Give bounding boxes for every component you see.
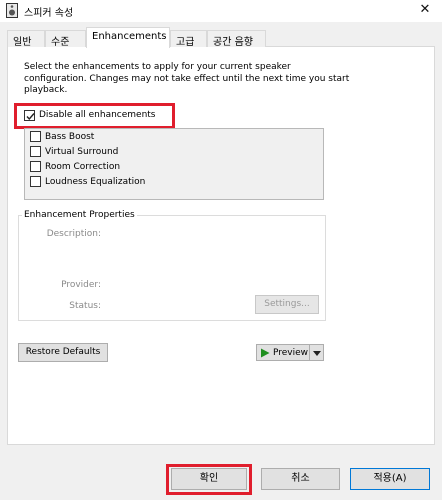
tab-general[interactable]: 일반 [7,30,45,48]
cancel-button[interactable]: 취소 [261,468,340,490]
tab-enhancements[interactable]: Enhancements [86,27,170,48]
enhancements-description: Select the enhancements to apply for you… [24,62,350,96]
virtual-surround-checkbox[interactable] [30,146,41,157]
enhancement-properties-title: Enhancement Properties [22,210,137,220]
bass-boost-checkbox[interactable] [30,131,41,142]
preview-label: Preview [273,348,309,358]
checkmark-icon [26,113,35,121]
status-label: Status: [69,301,101,311]
provider-label: Provider: [61,280,101,290]
tab-spatial-sound[interactable]: 공간 음향 [207,30,266,48]
tab-advanced[interactable]: 고급 [170,30,207,48]
settings-button[interactable]: Settings... [255,295,319,314]
virtual-surround-label: Virtual Surround [45,147,119,157]
disable-all-checkbox[interactable] [24,110,35,121]
loudness-equalization-label: Loudness Equalization [45,177,146,187]
close-button[interactable]: ✕ [412,0,438,20]
loudness-equalization-checkbox[interactable] [30,176,41,187]
speaker-icon [6,3,18,18]
ok-button[interactable]: 확인 [171,468,247,490]
room-correction-label: Room Correction [45,162,121,172]
bass-boost-label: Bass Boost [45,132,95,142]
description-label: Description: [46,229,101,239]
play-icon [261,348,270,358]
apply-button[interactable]: 적용(A) [350,468,430,490]
tab-levels[interactable]: 수준 [45,30,86,48]
window-title: 스피커 속성 [24,8,74,19]
preview-button[interactable]: Preview [256,344,310,361]
disable-all-label: Disable all enhancements [39,110,156,120]
restore-defaults-button[interactable]: Restore Defaults [18,343,108,362]
preview-dropdown-button[interactable] [310,344,324,361]
chevron-down-icon [313,351,321,356]
room-correction-checkbox[interactable] [30,161,41,172]
